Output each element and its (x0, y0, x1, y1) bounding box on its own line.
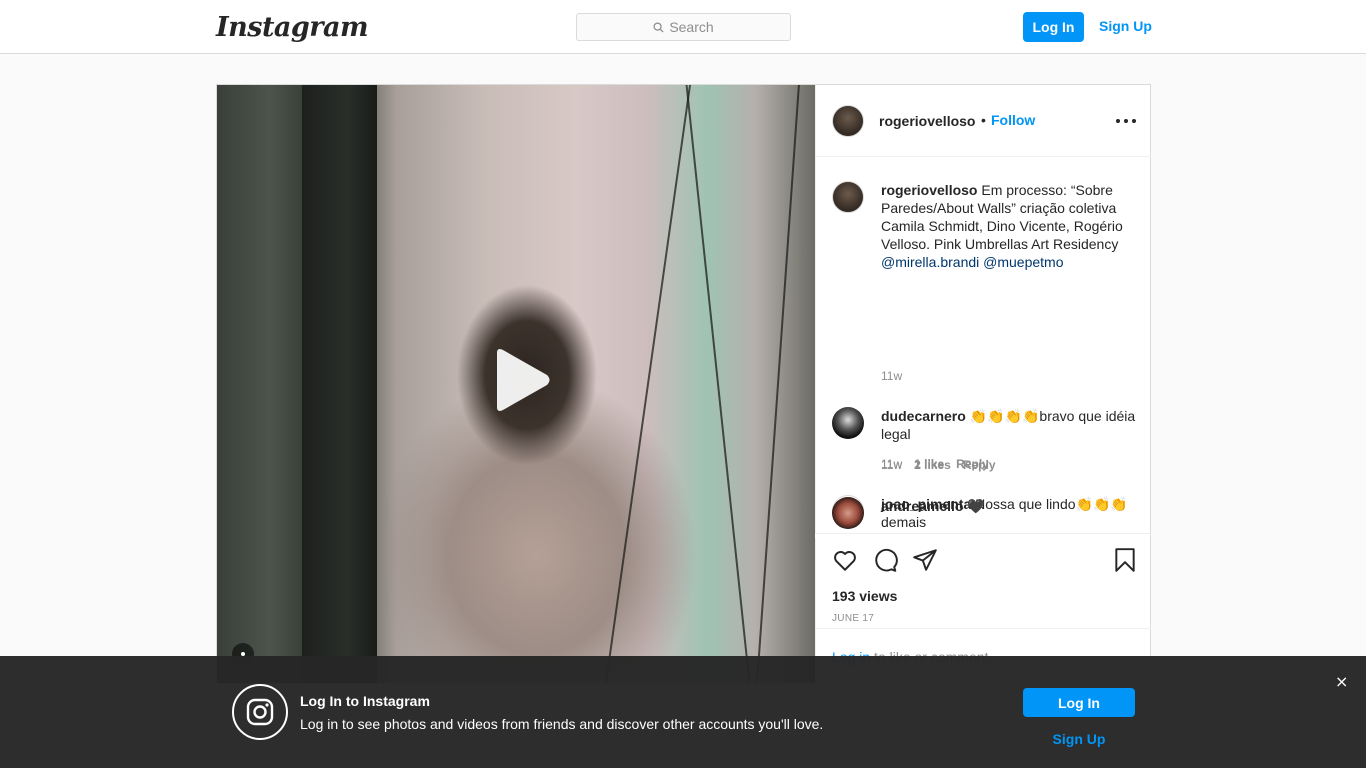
post-video[interactable] (217, 85, 815, 683)
mention-link[interactable]: @mirella.brandi (881, 254, 979, 270)
follow-button[interactable]: Follow (991, 112, 1035, 128)
mention-link[interactable]: @muepetmo (983, 254, 1063, 270)
login-button[interactable]: Log In (1023, 12, 1084, 42)
instagram-logo[interactable]: Instagram (216, 12, 369, 43)
comments-list[interactable]: rogeriovelloso Em processo: “Sobre Pared… (816, 158, 1151, 534)
comment: dudecarnero 👏👏👏👏bravo que idéia legal (881, 407, 1139, 443)
view-count[interactable]: 193 views (832, 588, 897, 604)
login-banner: Log In to Instagram Log in to see photos… (0, 656, 1366, 768)
post-header: rogeriovelloso • Follow (816, 85, 1151, 157)
comment: andreamello 🖤 (881, 497, 985, 515)
instagram-icon (232, 684, 288, 740)
post-actions: 193 views JUNE 17 (816, 534, 1151, 628)
search-icon (653, 21, 664, 33)
avatar[interactable] (832, 181, 864, 213)
comment-likes[interactable]: 2 likes (914, 458, 951, 472)
close-icon[interactable]: × (1335, 672, 1348, 691)
play-icon[interactable] (489, 347, 553, 413)
more-options-icon[interactable] (1116, 119, 1136, 123)
post-date: JUNE 17 (832, 613, 875, 624)
divider-cover (815, 534, 1150, 538)
caption-time[interactable]: 11w (881, 369, 902, 383)
post-sidebar: rogeriovelloso • Follow rogeriovelloso E… (815, 85, 1151, 683)
banner-signup-link[interactable]: Sign Up (1023, 731, 1135, 747)
video-frame-vine (756, 85, 800, 683)
comment-username[interactable]: dudecarnero (881, 408, 966, 424)
share-icon[interactable] (912, 547, 938, 573)
reply-button[interactable]: Reply (963, 458, 996, 472)
caption-meta: 11w (881, 369, 902, 383)
comment-text: 🖤 (967, 498, 985, 514)
bookmark-icon[interactable] (1112, 547, 1138, 573)
banner-login-button[interactable]: Log In (1023, 688, 1135, 717)
separator-dot: • (981, 112, 986, 128)
video-frame-vine (604, 85, 692, 683)
banner-title: Log In to Instagram (300, 693, 430, 709)
top-nav: Instagram Search Log In Sign Up (0, 0, 1366, 54)
avatar[interactable] (832, 407, 864, 439)
comment-username[interactable]: andreamello (881, 498, 963, 514)
post-author[interactable]: rogeriovelloso (879, 113, 975, 129)
avatar[interactable] (832, 105, 864, 137)
caption-username[interactable]: rogeriovelloso (881, 182, 977, 198)
caption: rogeriovelloso Em processo: “Sobre Pared… (881, 181, 1139, 271)
video-frame-trunk-shadow (302, 85, 377, 683)
comment-meta: 11w 2 likes Reply (881, 458, 996, 472)
banner-subtitle: Log in to see photos and videos from fri… (300, 716, 824, 732)
avatar[interactable] (832, 497, 864, 529)
search-input[interactable]: Search (576, 13, 791, 41)
signup-link[interactable]: Sign Up (1099, 18, 1152, 34)
post-card: rogeriovelloso • Follow rogeriovelloso E… (216, 84, 1151, 684)
comment-icon[interactable] (872, 547, 898, 573)
comment-time[interactable]: 11w (881, 458, 902, 472)
heart-icon[interactable] (832, 547, 858, 573)
video-frame-vine (685, 85, 751, 683)
search-placeholder: Search (669, 19, 714, 35)
